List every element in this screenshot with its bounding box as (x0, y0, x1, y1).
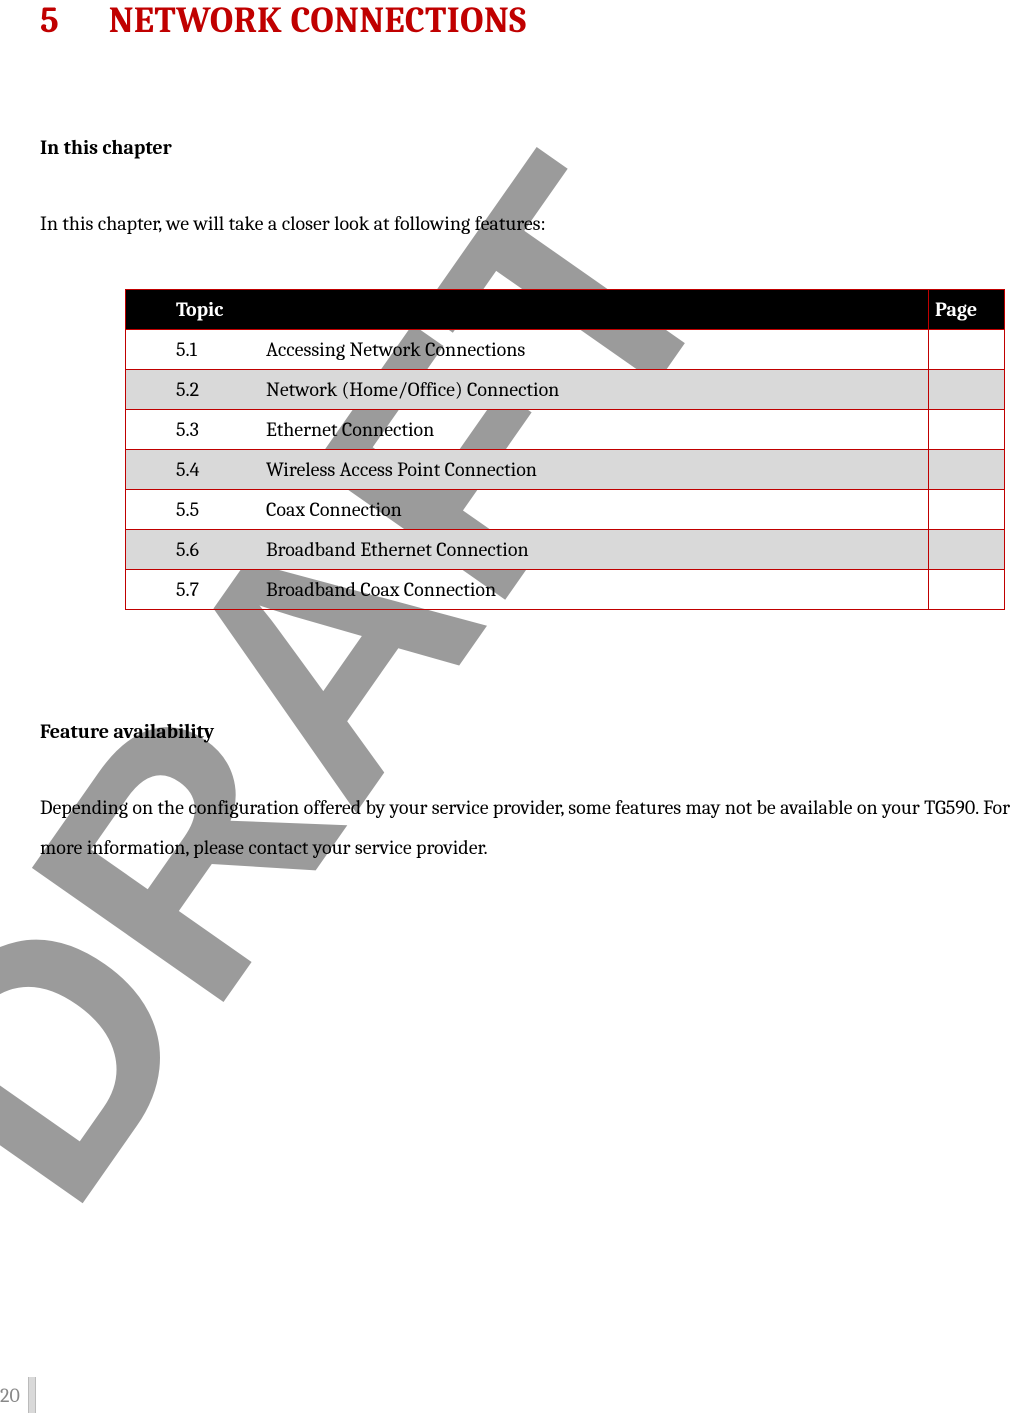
toc-topic: Coax Connection (256, 490, 929, 530)
chapter-number: 5 (40, 0, 59, 41)
toc-page (929, 490, 1005, 530)
toc-topic: Accessing Network Connections (256, 330, 929, 370)
toc-header-row: Topic Page (126, 290, 1005, 330)
toc-page (929, 410, 1005, 450)
section-body-intro: In this chapter, we will take a closer l… (40, 204, 1011, 244)
toc-table: Topic Page 5.1 Accessing Network Connect… (125, 289, 1005, 610)
toc-row: 5.4 Wireless Access Point Connection (126, 450, 1005, 490)
toc-row: 5.2 Network (Home/Office) Connection (126, 370, 1005, 410)
toc-row: 5.3 Ethernet Connection (126, 410, 1005, 450)
toc-topic: Broadband Ethernet Connection (256, 530, 929, 570)
page-footer: 20 (0, 1377, 36, 1413)
toc-row: 5.6 Broadband Ethernet Connection (126, 530, 1005, 570)
toc-topic: Broadband Coax Connection (256, 570, 929, 610)
toc-row: 5.1 Accessing Network Connections (126, 330, 1005, 370)
page-number: 20 (0, 1384, 28, 1407)
toc-page (929, 450, 1005, 490)
toc-num: 5.6 (126, 530, 257, 570)
toc-num: 5.3 (126, 410, 257, 450)
toc-header-page: Page (929, 290, 1005, 330)
toc-page (929, 370, 1005, 410)
section-body-feature-availability: Depending on the configuration offered b… (40, 788, 1011, 868)
toc-row: 5.5 Coax Connection (126, 490, 1005, 530)
toc-num: 5.1 (126, 330, 257, 370)
toc-num: 5.5 (126, 490, 257, 530)
toc-page (929, 330, 1005, 370)
toc-topic: Ethernet Connection (256, 410, 929, 450)
toc-num: 5.2 (126, 370, 257, 410)
chapter-heading: 5 NETWORK CONNECTIONS (40, 0, 1011, 41)
toc-topic: Wireless Access Point Connection (256, 450, 929, 490)
toc-row: 5.7 Broadband Coax Connection (126, 570, 1005, 610)
toc-num: 5.7 (126, 570, 257, 610)
svg-text:DRAFT: DRAFT (0, 102, 790, 1264)
footer-divider (28, 1377, 36, 1413)
toc-num: 5.4 (126, 450, 257, 490)
document-page: DRAFT 5 NETWORK CONNECTIONS In this chap… (0, 0, 1011, 1423)
toc-header-topic: Topic (126, 290, 929, 330)
section-heading-feature-availability: Feature availability (40, 720, 1011, 743)
section-heading-in-this-chapter: In this chapter (40, 136, 1011, 159)
toc-page (929, 530, 1005, 570)
chapter-title: NETWORK CONNECTIONS (109, 0, 527, 41)
toc-topic: Network (Home/Office) Connection (256, 370, 929, 410)
toc-page (929, 570, 1005, 610)
